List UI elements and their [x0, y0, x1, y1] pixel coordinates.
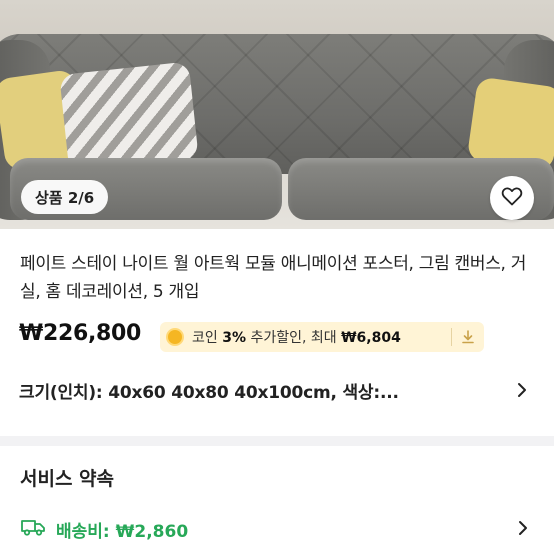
coin-discount-banner[interactable]: 코인 3% 추가할인, 최대 ₩6,804: [160, 322, 484, 352]
option-selector[interactable]: 크기(인치): 40x60 40x80 40x100cm, 색상:...: [19, 376, 539, 404]
shipping-row[interactable]: 배송비: ₩2,860: [20, 516, 540, 542]
truck-icon: [20, 517, 46, 541]
option-summary: 크기(인치): 40x60 40x80 40x100cm, 색상:...: [19, 382, 399, 403]
image-counter-badge: 상품 2/6: [21, 180, 109, 214]
section-divider: [0, 436, 554, 446]
download-icon[interactable]: [452, 322, 484, 352]
product-price: ₩226,800: [19, 321, 142, 346]
image-counter-text: 상품 2/6: [35, 188, 95, 207]
coin-max-amount: ₩6,804: [341, 330, 401, 346]
heart-icon: [500, 184, 524, 212]
coin-discount-text: 코인 3% 추가할인, 최대 ₩6,804: [192, 330, 401, 346]
favorite-button[interactable]: [490, 176, 534, 220]
pillow: [59, 61, 199, 173]
service-section-title: 서비스 약속: [20, 468, 115, 490]
product-image[interactable]: 상품 2/6: [0, 0, 554, 229]
product-title: 페이트 스테이 나이트 월 아트웍 모듈 애니메이션 포스터, 그림 캔버스, …: [20, 254, 527, 302]
chevron-right-icon: [516, 518, 530, 542]
coin-percent: 3%: [222, 330, 246, 346]
coin-icon: [166, 328, 184, 346]
chevron-right-icon: [515, 380, 529, 404]
shipping-fee-label: 배송비: ₩2,860: [56, 521, 189, 542]
